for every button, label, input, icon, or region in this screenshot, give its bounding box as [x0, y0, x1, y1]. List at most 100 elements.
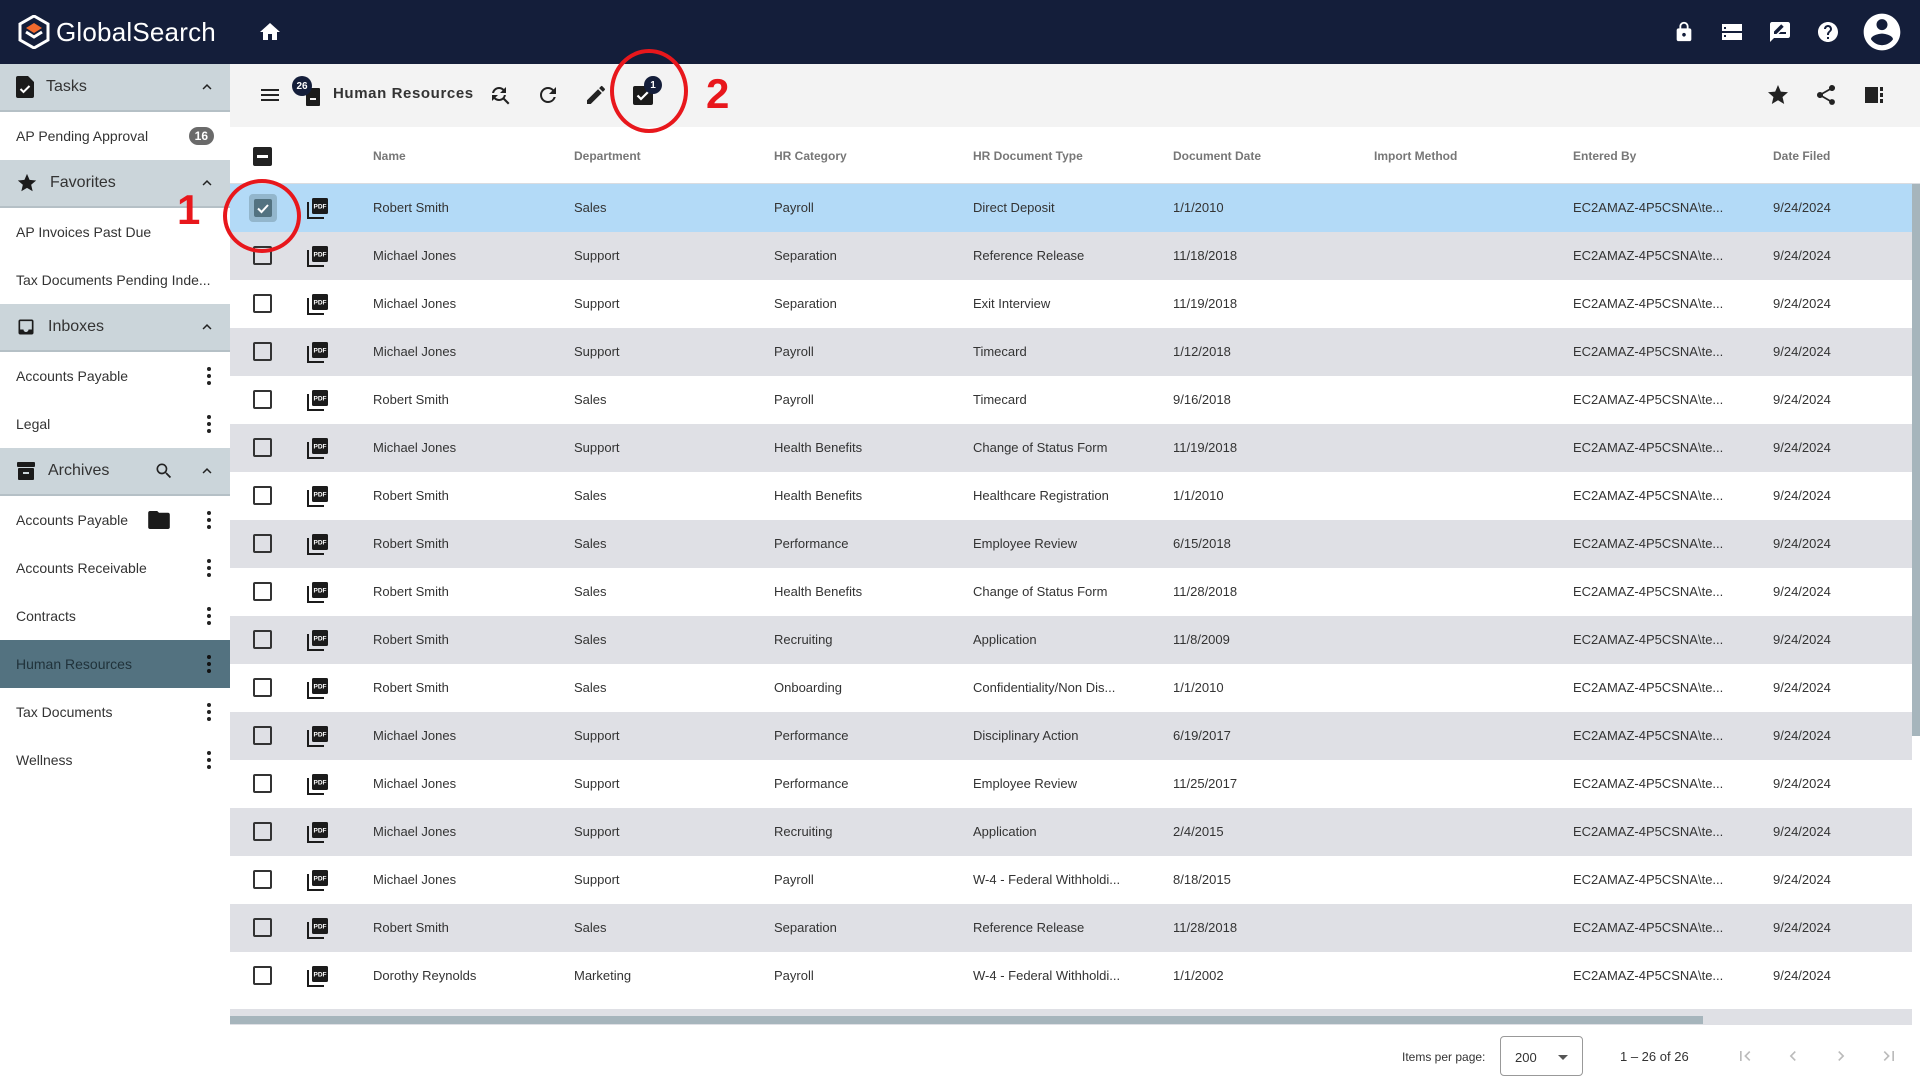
table-row[interactable]: PDF Michael Jones Support Recruiting Applica… [230, 808, 1912, 856]
help-button[interactable] [1804, 8, 1852, 56]
column-panel-icon[interactable] [1862, 83, 1886, 107]
row-checkbox[interactable] [253, 822, 272, 841]
more-vert-icon[interactable] [206, 750, 212, 770]
more-vert-icon[interactable] [206, 366, 212, 386]
pdf-file-icon[interactable]: PDF [306, 388, 330, 412]
home-icon[interactable] [258, 20, 282, 44]
chevron-up-icon[interactable] [198, 462, 216, 480]
account-avatar-icon[interactable] [1860, 10, 1904, 54]
column-header-entered-by[interactable]: Entered By [1573, 149, 1636, 163]
vertical-scrollbar[interactable] [1912, 184, 1920, 736]
table-row[interactable]: PDF Robert Smith Sales Health Benefits Healt… [230, 472, 1912, 520]
row-checkbox[interactable] [253, 342, 272, 361]
first-page-icon[interactable] [1735, 1046, 1755, 1066]
table-row[interactable]: PDF Robert Smith Sales Recruiting Applicatio… [230, 616, 1912, 664]
column-header-hr-document-type[interactable]: HR Document Type [973, 149, 1083, 163]
star-icon[interactable] [1766, 83, 1790, 107]
pdf-file-icon[interactable]: PDF [306, 484, 330, 508]
horizontal-scrollbar[interactable] [230, 1016, 1703, 1024]
sidebar-section-tasks[interactable]: Tasks [0, 64, 230, 112]
table-row[interactable]: PDF Robert Smith Sales Health Benefits Chang… [230, 568, 1912, 616]
pdf-file-icon[interactable]: PDF [306, 340, 330, 364]
row-checkbox[interactable] [253, 630, 272, 649]
row-checkbox[interactable] [253, 582, 272, 601]
more-vert-icon[interactable] [206, 654, 212, 674]
row-checkbox[interactable] [253, 294, 272, 313]
items-per-page-select[interactable]: 200 [1500, 1036, 1583, 1076]
sidebar-item-inbox-legal[interactable]: Legal [0, 400, 230, 448]
column-header-department[interactable]: Department [574, 149, 641, 163]
last-page-icon[interactable] [1879, 1046, 1899, 1066]
more-vert-icon[interactable] [206, 510, 212, 530]
next-page-icon[interactable] [1831, 1046, 1851, 1066]
more-vert-icon[interactable] [206, 558, 212, 578]
sidebar-item-tax-documents-pending[interactable]: Tax Documents Pending Inde... [0, 256, 230, 304]
more-vert-icon[interactable] [206, 702, 212, 722]
previous-page-icon[interactable] [1783, 1046, 1803, 1066]
pdf-file-icon[interactable]: PDF [306, 292, 330, 316]
column-header-name[interactable]: Name [373, 149, 406, 163]
feedback-button[interactable] [1756, 8, 1804, 56]
table-row[interactable]: PDF Michael Jones Support Payroll Timecard 1/… [230, 328, 1912, 376]
more-vert-icon[interactable] [206, 606, 212, 626]
table-row[interactable]: PDF Robert Smith Sales Payroll Direct Deposi… [230, 184, 1912, 232]
sidebar-item-archive-tax-documents[interactable]: Tax Documents [0, 688, 230, 736]
table-row[interactable]: PDF Michael Jones Support Separation Referen… [230, 232, 1912, 280]
brand[interactable]: GlobalSearch [18, 15, 216, 49]
selected-documents-button[interactable]: 1 [630, 74, 670, 114]
refresh-icon[interactable] [536, 83, 560, 107]
pdf-file-icon[interactable]: PDF [306, 868, 330, 892]
pdf-file-icon[interactable]: PDF [306, 628, 330, 652]
table-row[interactable]: PDF Michael Jones Support Performance Discip… [230, 712, 1912, 760]
row-checkbox[interactable] [253, 486, 272, 505]
edit-pencil-icon[interactable] [584, 83, 608, 107]
chevron-up-icon[interactable] [198, 174, 216, 192]
row-checkbox[interactable] [253, 438, 272, 457]
column-header-date-filed[interactable]: Date Filed [1773, 149, 1830, 163]
row-checkbox[interactable] [253, 246, 272, 265]
row-checkbox[interactable] [253, 678, 272, 697]
table-row[interactable]: PDF Michael Jones Support Performance Employ… [230, 760, 1912, 808]
column-header-import-method[interactable]: Import Method [1374, 149, 1457, 163]
table-row[interactable]: PDF Dorothy Reynolds Marketing Payroll W-4 -… [230, 952, 1912, 1000]
sidebar-item-archive-human-resources[interactable]: Human Resources [0, 640, 230, 688]
pdf-file-icon[interactable]: PDF [306, 724, 330, 748]
chevron-up-icon[interactable] [198, 78, 216, 96]
select-all-checkbox[interactable] [253, 147, 272, 166]
table-row[interactable]: PDF Michael Jones Support Separation Exit In… [230, 280, 1912, 328]
sidebar-item-archive-wellness[interactable]: Wellness [0, 736, 230, 784]
row-checkbox[interactable] [249, 194, 277, 222]
pdf-file-icon[interactable]: PDF [306, 580, 330, 604]
row-checkbox[interactable] [253, 870, 272, 889]
pdf-file-icon[interactable]: PDF [306, 676, 330, 700]
sidebar-item-ap-pending-approval[interactable]: AP Pending Approval 16 [0, 112, 230, 160]
menu-icon[interactable] [258, 83, 282, 107]
chevron-up-icon[interactable] [198, 318, 216, 336]
column-header-document-date[interactable]: Document Date [1173, 149, 1261, 163]
row-checkbox[interactable] [253, 966, 272, 985]
row-checkbox[interactable] [253, 918, 272, 937]
pdf-file-icon[interactable]: PDF [306, 196, 330, 220]
row-checkbox[interactable] [253, 390, 272, 409]
sidebar-section-inboxes[interactable]: Inboxes [0, 304, 230, 352]
table-row[interactable]: PDF Michael Jones Support Health Benefits Ch… [230, 424, 1912, 472]
column-header-hr-category[interactable]: HR Category [774, 149, 847, 163]
sidebar-item-archive-accounts-payable[interactable]: Accounts Payable [0, 496, 230, 544]
table-row[interactable]: PDF Robert Smith Sales Payroll Timecard 9/16/… [230, 376, 1912, 424]
table-row[interactable]: PDF Robert Smith Sales Onboarding Confidenti… [230, 664, 1912, 712]
table-row[interactable]: PDF Robert Smith Sales Performance Employee … [230, 520, 1912, 568]
search-refresh-icon[interactable] [488, 83, 512, 107]
share-icon[interactable] [1814, 83, 1838, 107]
pdf-file-icon[interactable]: PDF [306, 532, 330, 556]
row-checkbox[interactable] [253, 534, 272, 553]
pdf-file-icon[interactable]: PDF [306, 244, 330, 268]
pdf-file-icon[interactable]: PDF [306, 820, 330, 844]
storage-button[interactable] [1708, 8, 1756, 56]
sidebar-item-archive-accounts-receivable[interactable]: Accounts Receivable [0, 544, 230, 592]
lock-button[interactable] [1660, 8, 1708, 56]
sidebar-item-archive-contracts[interactable]: Contracts [0, 592, 230, 640]
more-vert-icon[interactable] [206, 414, 212, 434]
row-checkbox[interactable] [253, 774, 272, 793]
search-icon[interactable] [154, 461, 174, 481]
sidebar-item-inbox-accounts-payable[interactable]: Accounts Payable [0, 352, 230, 400]
